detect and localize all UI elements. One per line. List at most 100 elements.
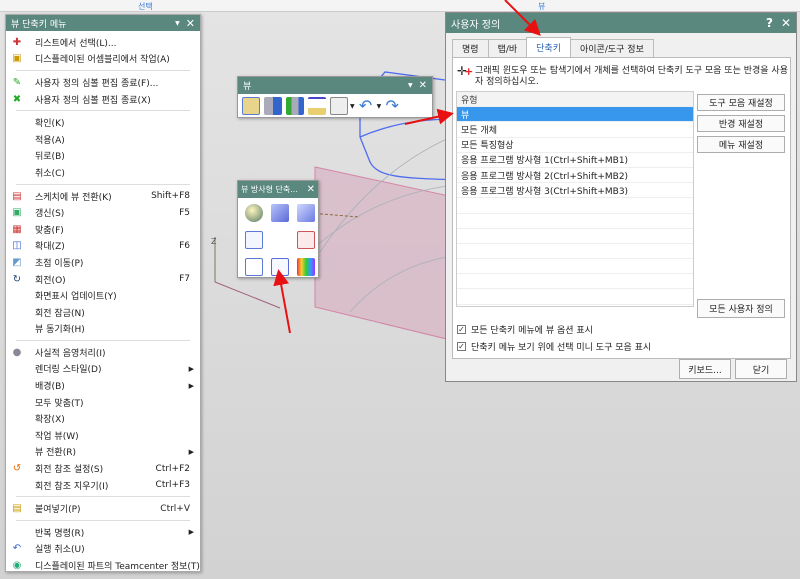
tab-2[interactable]: 단축키 (526, 37, 571, 57)
menu-item[interactable]: ▦ 맞춤(F) (6, 221, 200, 238)
wireframe-cube-icon[interactable] (271, 258, 289, 276)
shortcut-text: Ctrl+V (160, 503, 190, 514)
assembly-icon: ▣ (12, 53, 22, 65)
list-item[interactable]: 뷰 (457, 107, 693, 123)
menu-item[interactable]: ▤ 스케치에 뷰 전환(K) Shift+F8 (6, 188, 200, 205)
radial-toolbar-titlebar[interactable]: 뷰 방사형 단축... ✕ (238, 181, 318, 198)
empty-list-row (457, 214, 693, 229)
menu-separator (16, 110, 190, 112)
replace-view-icon[interactable] (297, 231, 315, 249)
checkbox-icon[interactable]: ✓ (457, 325, 466, 334)
menu-item[interactable]: ◫ 확대(Z) F6 (6, 238, 200, 255)
refresh-icon: ▣ (12, 207, 22, 219)
list-header[interactable]: 유형 (457, 92, 693, 108)
help-icon[interactable]: ? (766, 16, 773, 30)
edit-symbol-icon: ✎ (12, 76, 22, 88)
menu-item[interactable]: ▣ 갱신(S) F5 (6, 204, 200, 221)
close-icon[interactable]: ✕ (419, 80, 427, 91)
sketch-view-icon: ▤ (12, 190, 22, 202)
zoom-icon: ◫ (12, 240, 22, 252)
view-label: 뷰 (538, 2, 546, 11)
menu-item[interactable]: ↻ 회전(O) F7 (6, 271, 200, 288)
view-replace-icon[interactable] (286, 97, 304, 115)
view-toolbar-titlebar[interactable]: 뷰 ▼ ✕ (238, 77, 432, 94)
tab-1[interactable]: 탭/바 (487, 39, 528, 57)
dropdown-icon[interactable]: ▼ (377, 103, 382, 110)
undo-icon: ↶ (12, 543, 22, 555)
checkbox-option[interactable]: ✓ 모든 단축키 메뉴에 뷰 옵션 표시 (457, 323, 593, 336)
close-button[interactable]: 닫기 (735, 359, 787, 379)
menu-item[interactable]: ● 사실적 음영처리(I) (6, 344, 200, 361)
close-icon[interactable]: ✕ (307, 184, 315, 195)
measure-icon[interactable] (308, 97, 326, 115)
menu-item[interactable]: 화면표시 업데이트(Y) (6, 287, 200, 304)
checkbox-option[interactable]: ✓ 단축키 메뉴 보기 위에 선택 미니 도구 모음 표시 (457, 340, 651, 353)
list-item[interactable]: 응용 프로그램 방사형 2(Ctrl+Shift+MB2) (457, 168, 693, 184)
shortcut-text: F5 (179, 207, 190, 218)
rotation-ref-icon: ↺ (12, 463, 22, 475)
close-icon[interactable]: ✕ (186, 17, 195, 30)
menu-item[interactable]: 뒤로(B) (6, 148, 200, 165)
orient-view-icon[interactable] (245, 231, 263, 249)
menu-item[interactable]: ✚ 리스트에서 선택(L)... (6, 34, 200, 51)
menu-item[interactable]: ◉ 디스플레이된 파트의 Teamcenter 정보(T) (6, 557, 200, 574)
tab-3[interactable]: 아이콘/도구 정보 (570, 39, 654, 57)
dropdown-icon[interactable]: ▼ (408, 82, 413, 89)
type-list[interactable]: 유형 뷰 모든 개체 모든 특징형상 응용 프로그램 방사형 1(Ctrl+Shift… (456, 91, 694, 307)
shaded-cube-icon[interactable] (271, 204, 289, 222)
view-shortcut-menu: 뷰 단축키 메뉴 ▼ ✕ ✚ 리스트에서 선택(L)... ▣ 디스플레이된 어셈블리… (5, 14, 201, 572)
list-item[interactable]: 모든 특징형상 (457, 138, 693, 153)
empty-list-row (457, 259, 693, 275)
view-move-icon[interactable] (264, 97, 282, 115)
reset-menu-button[interactable]: 메뉴 재설정 (697, 136, 785, 153)
list-item[interactable]: 모든 개체 (457, 122, 693, 138)
menu-item[interactable]: ✖ 사용자 정의 심볼 편집 종료(X) (6, 91, 200, 108)
menu-item[interactable]: 렌더링 스타일(D) ▶ (6, 361, 200, 378)
analysis-icon[interactable] (297, 258, 315, 276)
select-label: 선택 (138, 2, 153, 11)
work-view-icon[interactable] (242, 97, 260, 115)
checkbox-icon[interactable]: ✓ (457, 342, 466, 351)
fit-view-icon[interactable] (245, 258, 263, 276)
pan-icon: ◩ (12, 256, 22, 268)
instruction-text: 그래픽 윈도우 또는 탐색기에서 개체를 선택하여 단축키 도구 모음 또는 반… (475, 66, 788, 87)
menu-item[interactable]: ▤ 붙여넣기(P) Ctrl+V (6, 500, 200, 517)
blank-icon (11, 166, 23, 178)
menu-item[interactable]: 확인(K) (6, 114, 200, 131)
dialog-titlebar[interactable]: 사용자 정의 ? ✕ (446, 13, 796, 33)
close-icon[interactable]: ✕ (781, 16, 791, 30)
list-item[interactable]: 응용 프로그램 방사형 3(Ctrl+Shift+MB3) (457, 183, 693, 199)
menu-item[interactable]: 확장(X) (6, 410, 200, 427)
shaded-cube-edges-icon[interactable] (297, 204, 315, 222)
menu-item[interactable]: 회전 잠금(N) (6, 304, 200, 321)
menu-item[interactable]: 뷰 전환(R) ▶ (6, 444, 200, 461)
tab-0[interactable]: 명령 (452, 39, 489, 57)
menu-title: 뷰 단축키 메뉴 (11, 19, 67, 30)
reset-all-button[interactable]: 모든 사용자 정의 (697, 299, 785, 318)
redo-icon[interactable]: ↷ (383, 97, 401, 115)
dropdown-icon[interactable]: ▼ (175, 20, 180, 27)
layout-icon[interactable] (330, 97, 348, 115)
menu-item[interactable]: ↶ 실행 취소(U) (6, 541, 200, 558)
menu-item[interactable]: 취소(C) (6, 164, 200, 181)
menu-item[interactable]: 뷰 동기화(H) (6, 321, 200, 338)
menu-item[interactable]: ✎ 사용자 정의 심볼 편집 종료(F)... (6, 74, 200, 91)
menu-item[interactable]: ▣ 디스플레이된 어셈블리에서 작업(A) (6, 51, 200, 68)
menu-item[interactable]: 반복 명령(R) ▶ (6, 524, 200, 541)
list-item[interactable]: 응용 프로그램 방사형 1(Ctrl+Shift+MB1) (457, 153, 693, 168)
reset-radial-button[interactable]: 반경 재설정 (697, 115, 785, 132)
menu-item[interactable]: 회전 참조 지우기(I) Ctrl+F3 (6, 477, 200, 494)
menu-item[interactable]: ↺ 회전 참조 설정(S) Ctrl+F2 (6, 460, 200, 477)
reset-toolbar-button[interactable]: 도구 모음 재설정 (697, 94, 785, 111)
dropdown-icon[interactable]: ▼ (350, 103, 355, 110)
shaded-sphere-icon[interactable] (245, 204, 263, 222)
keyboard-button[interactable]: 키보드... (679, 359, 731, 379)
undo-icon[interactable]: ↶ (357, 97, 375, 115)
menu-item[interactable]: 배경(B) ▶ (6, 377, 200, 394)
menu-item[interactable]: ◩ 초점 이동(P) (6, 254, 200, 271)
menu-item[interactable]: 모두 맞춤(T) (6, 394, 200, 411)
menu-item[interactable]: 적용(A) (6, 131, 200, 148)
blank-icon (11, 380, 23, 392)
empty-list-row (457, 198, 693, 214)
menu-item[interactable]: 작업 뷰(W) (6, 427, 200, 444)
